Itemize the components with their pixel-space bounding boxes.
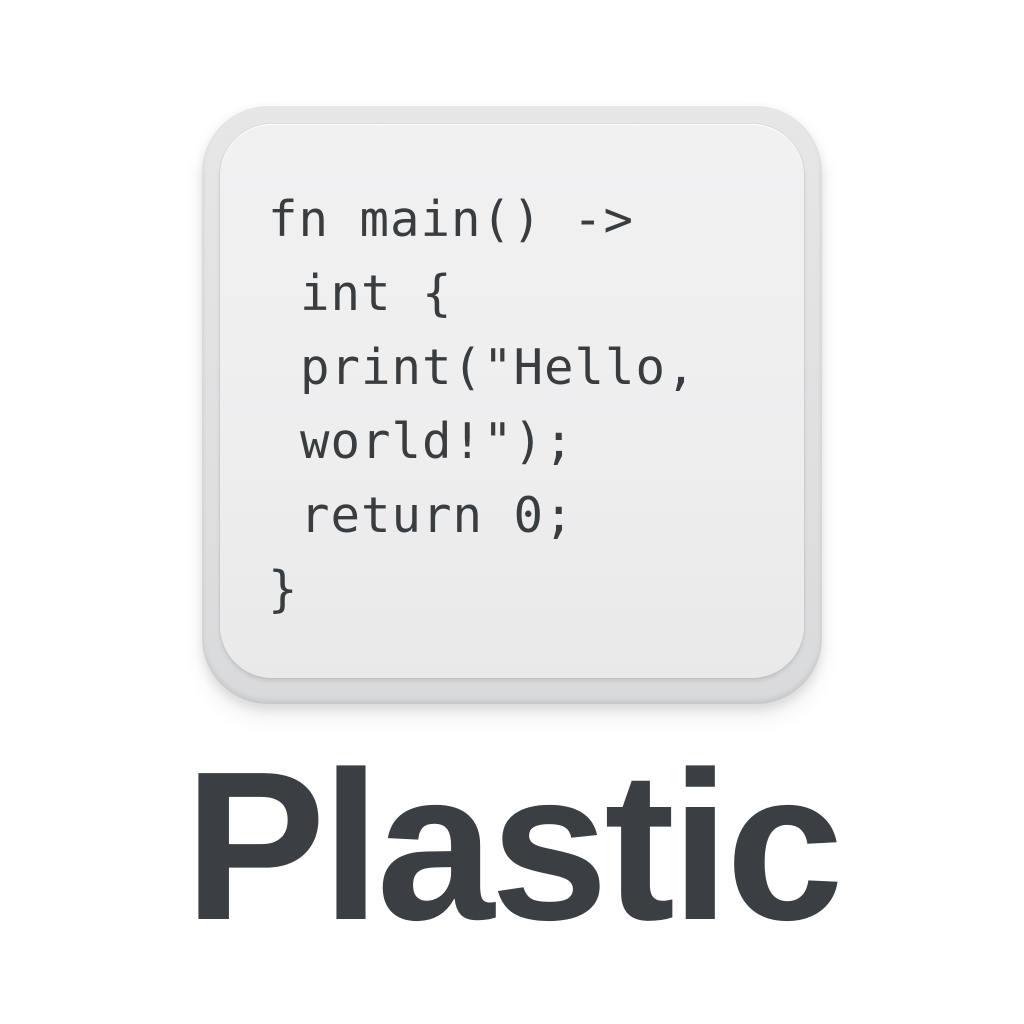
code-line-6: } [268,561,299,618]
brand-name: Plastic [184,727,844,964]
code-line-3: print("Hello, [300,339,697,396]
code-snippet: fn main() -> int { print("Hello, world!"); r… [268,183,697,627]
code-line-2: int { [300,265,453,322]
code-line-1: fn main() -> [268,191,635,248]
logo-canvas: fn main() -> int { print("Hello, world!"); r… [0,0,1024,1024]
code-line-5: return 0; [300,487,575,544]
code-line-4: world!"); [300,413,575,470]
